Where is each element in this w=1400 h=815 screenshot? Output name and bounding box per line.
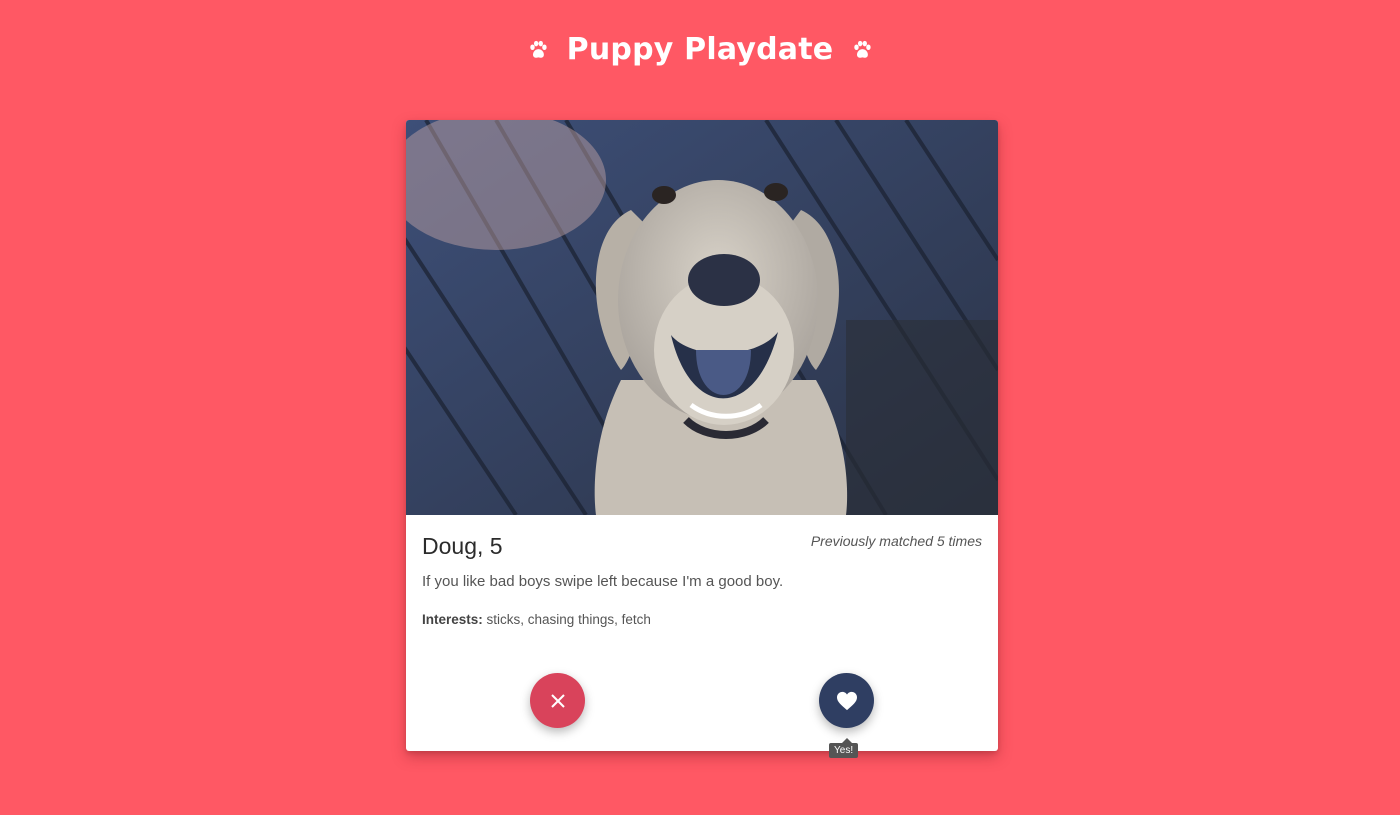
paw-icon [529, 40, 547, 58]
profile-interests: Interests: sticks, chasing things, fetch [422, 612, 651, 627]
dog-photo [406, 120, 998, 515]
profile-card[interactable]: Doug, 5 Previously matched 5 times If yo… [406, 120, 998, 758]
heart-icon [836, 691, 857, 710]
interests-label: Interests: [422, 612, 483, 627]
app-title: Puppy Playdate [566, 32, 834, 67]
profile-name-age: Doug, 5 [422, 533, 503, 559]
like-tooltip: Yes! [829, 738, 859, 758]
app-header: Puppy Playdate [0, 32, 1400, 67]
close-icon [550, 693, 565, 708]
paw-icon [854, 40, 871, 58]
profile-bio: If you like bad boys swipe left because … [422, 573, 784, 590]
matched-count: Previously matched 5 times [810, 533, 982, 549]
like-button[interactable] [819, 673, 874, 728]
reject-button[interactable] [530, 673, 585, 728]
interests-value: sticks, chasing things, fetch [482, 612, 651, 627]
